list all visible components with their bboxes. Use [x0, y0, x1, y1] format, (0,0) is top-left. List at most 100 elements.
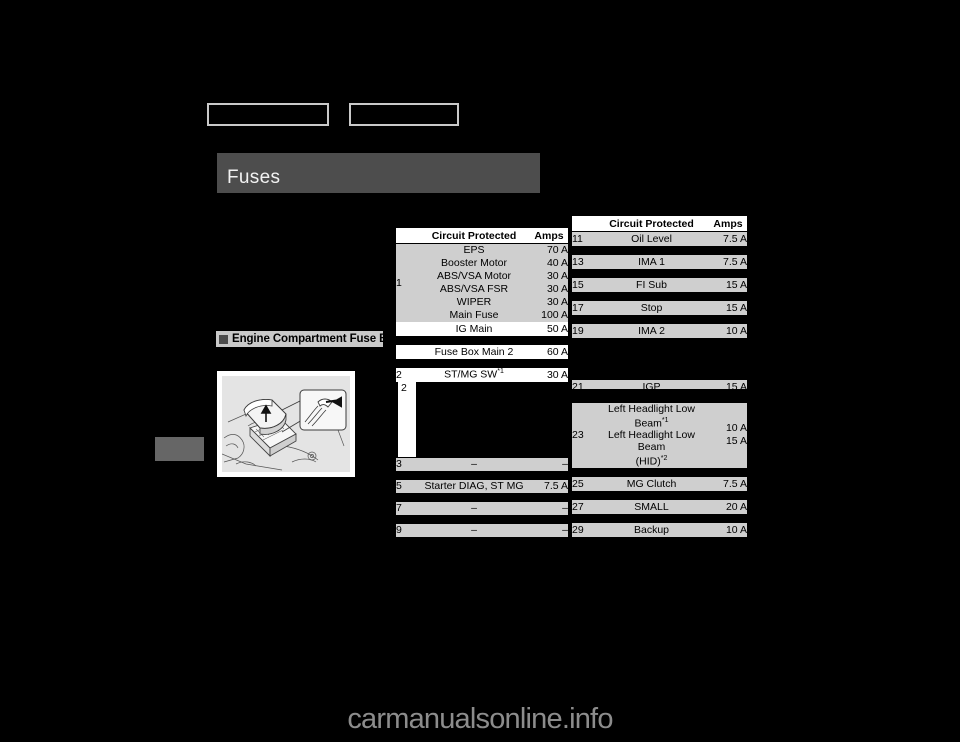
fuse-circuit: Main Fuse: [418, 308, 530, 322]
fuse-circuit: FI Sub: [594, 277, 709, 292]
table-row: 27 SMALL 20 A: [572, 499, 747, 514]
section-title-bar: Fuses: [217, 153, 540, 193]
fuse-number: 17: [572, 300, 594, 315]
fuse-circuit: Backup: [594, 522, 709, 537]
redaction-band-right-1: [572, 247, 747, 253]
fuse-amps: –: [530, 457, 568, 471]
table-row: ABS/VSA FSR 30 A: [396, 282, 568, 296]
fuse-circuit: IMA 1: [594, 254, 709, 269]
redaction-gap: [572, 314, 747, 324]
redaction-gap: [572, 291, 747, 301]
fuse-circuit: Left Headlight Low Beam*1 Left Headlight…: [594, 402, 709, 468]
fuse-number-group-2: 2: [398, 381, 416, 457]
fuse-amps: 7.5 A: [530, 479, 568, 493]
table-row: 2 ST/MG SW*1 30 A: [396, 367, 568, 382]
fuse-number: [396, 321, 418, 336]
fuse-number: 2: [396, 367, 418, 382]
fuse-amps: 10 A: [709, 323, 747, 338]
fuse-number: 29: [572, 522, 594, 537]
fuse-amps: 70 A: [530, 243, 568, 257]
table-row: IG Main 50 A: [396, 321, 568, 336]
redaction-gap: [572, 337, 747, 380]
fuse-circuit: ST/MG SW*1: [418, 367, 530, 382]
column-header-circuit: Circuit Protected: [594, 216, 709, 232]
fuse-amps: –: [530, 523, 568, 537]
table-row: 13 IMA 1 7.5 A: [572, 254, 747, 269]
fuse-circuit: IG Main: [418, 321, 530, 336]
table-row: Fuse Box Main 2 60 A: [396, 344, 568, 359]
fuse-number: 3: [396, 457, 418, 471]
redaction-gap: [396, 358, 568, 368]
fuse-circuit: –: [418, 523, 530, 537]
table-header-row: Circuit Protected Amps: [572, 216, 747, 232]
fuse-circuit: Oil Level: [594, 231, 709, 246]
table-row: 25 MG Clutch 7.5 A: [572, 476, 747, 491]
edge-thumb-tab: [155, 437, 204, 461]
square-bullet-icon: [219, 334, 228, 344]
fuse-number: 27: [572, 499, 594, 514]
fuse-amps: 15 A: [709, 300, 747, 315]
table-row: 17 Stop 15 A: [572, 300, 747, 315]
fuse-amps: 100 A: [530, 308, 568, 322]
column-header-amps: Amps: [530, 228, 568, 244]
redaction-gap: [572, 513, 747, 523]
table-row: 3 – –: [396, 457, 568, 471]
fuse-circuit: Booster Motor: [418, 256, 530, 270]
fuse-table-left: Circuit Protected Amps 1 EPS 70 A Booste…: [396, 228, 568, 537]
fuse-amps: 7.5 A: [709, 231, 747, 246]
fuse-amps: –: [530, 501, 568, 515]
column-header-number: [396, 228, 418, 244]
page-title: Fuses: [227, 167, 281, 188]
subsection-heading-label: Engine Compartment Fuse Box: [232, 333, 401, 345]
fuse-amps: 10 A 15 A: [709, 402, 747, 468]
fuse-number: 5: [396, 479, 418, 493]
fuse-circuit: ABS/VSA Motor: [418, 269, 530, 283]
redaction-gap: [396, 514, 568, 524]
fuse-circuit: MG Clutch: [594, 476, 709, 491]
fuse-number: 25: [572, 476, 594, 491]
fuse-amps: 30 A: [530, 367, 568, 382]
table-row: WIPER 30 A: [396, 295, 568, 309]
fuse-number: 1: [396, 243, 418, 322]
fuse-number: 7: [396, 501, 418, 515]
fuse-amps: 7.5 A: [709, 476, 747, 491]
redaction-gap: [396, 470, 568, 480]
fuse-amps: 15 A: [709, 277, 747, 292]
table-row: 5 Starter DIAG, ST MG 7.5 A: [396, 479, 568, 493]
redaction-gap: [572, 393, 747, 403]
fuse-amps: 30 A: [530, 295, 568, 309]
table-row: 23 Left Headlight Low Beam*1 Left Headli…: [572, 402, 747, 468]
fuse-number: 15: [572, 277, 594, 292]
fuse-circuit: –: [418, 501, 530, 515]
fuse-number: 23: [572, 402, 594, 468]
column-header-number: [572, 216, 594, 232]
table-row: 9 – –: [396, 523, 568, 537]
redaction-gap: [396, 335, 568, 345]
fuse-circuit: IMA 2: [594, 323, 709, 338]
table-row: 29 Backup 10 A: [572, 522, 747, 537]
column-header-amps: Amps: [709, 216, 747, 232]
fuse-amps: 40 A: [530, 256, 568, 270]
fuse-number: 11: [572, 231, 594, 246]
fuse-circuit: Starter DIAG, ST MG: [418, 479, 530, 493]
subsection-heading: Engine Compartment Fuse Box: [216, 331, 401, 347]
redaction-band-right-2: [572, 389, 747, 394]
fuse-circuit: –: [418, 457, 530, 471]
redaction-gap: [572, 467, 747, 477]
redacted-box-right: [349, 103, 459, 126]
fuse-amps: 30 A: [530, 269, 568, 283]
fuse-amps: 7.5 A: [709, 254, 747, 269]
fuse-circuit: WIPER: [418, 295, 530, 309]
fuse-circuit: EPS: [418, 243, 530, 257]
table-row: ABS/VSA Motor 30 A: [396, 269, 568, 283]
table-header-row: Circuit Protected Amps: [396, 228, 568, 244]
fuse-circuit: Fuse Box Main 2: [418, 344, 530, 359]
table-row: 1 EPS 70 A: [396, 243, 568, 322]
fuse-circuit: ABS/VSA FSR: [418, 282, 530, 296]
table-row: 11 Oil Level 7.5 A: [572, 231, 747, 246]
fuse-amps: 50 A: [530, 321, 568, 336]
table-row: Booster Motor 40 A: [396, 256, 568, 270]
table-row: 15 FI Sub 15 A: [572, 277, 747, 292]
fuse-circuit: SMALL: [594, 499, 709, 514]
fuse-amps: 30 A: [530, 282, 568, 296]
